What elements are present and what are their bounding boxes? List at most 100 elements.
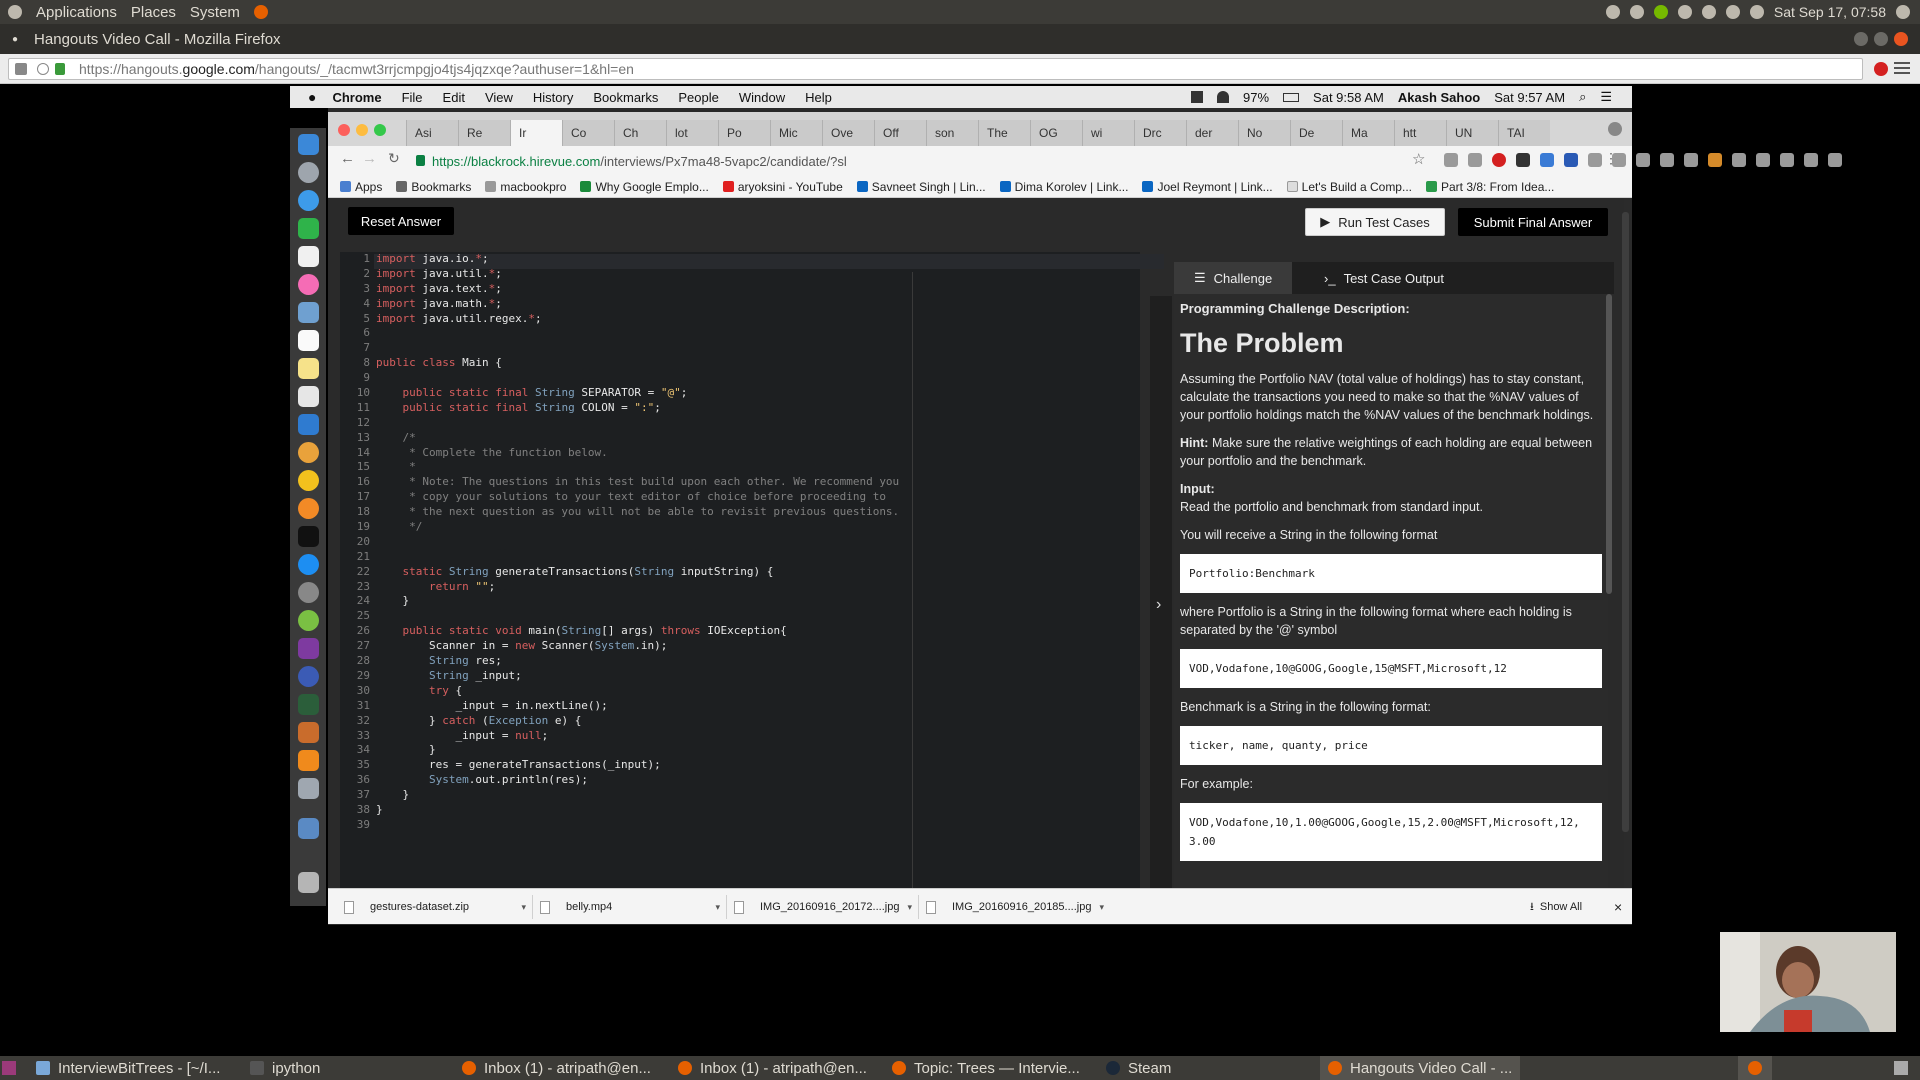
nvidia-icon[interactable] xyxy=(1653,5,1668,19)
chrome-tab[interactable]: De xyxy=(1290,120,1342,146)
taskbar-item[interactable]: Inbox (1) - atripath@en... xyxy=(678,1056,867,1080)
extension-icon[interactable] xyxy=(1588,153,1602,167)
mac-clock-2[interactable]: Sat 9:57 AM xyxy=(1494,90,1565,105)
safari-icon[interactable] xyxy=(298,190,319,211)
info-icon[interactable] xyxy=(37,63,49,75)
battery-icon[interactable] xyxy=(1749,5,1764,19)
notes-icon[interactable] xyxy=(298,358,319,379)
trash-taskbar-icon[interactable] xyxy=(1894,1056,1908,1080)
extension-icon[interactable] xyxy=(1684,153,1698,167)
notification-center-icon[interactable]: ☰ xyxy=(1600,89,1612,105)
photos-icon[interactable] xyxy=(298,442,319,463)
taskbar-item[interactable]: Steam xyxy=(1106,1056,1171,1080)
close-icon[interactable] xyxy=(1894,32,1908,46)
code-editor[interactable]: 1 2 3 4 5 6 7 8 9 10 11 12 13 14 15 16 17 18 19 20 21 22 23 24 2… xyxy=(340,252,1164,888)
extension-icon[interactable] xyxy=(1468,153,1482,167)
battery-percent[interactable]: 97% xyxy=(1243,90,1269,105)
extension-icon[interactable] xyxy=(1636,153,1650,167)
bookmark-youtube[interactable]: aryoksini - YouTube xyxy=(722,180,843,194)
android-studio-icon[interactable] xyxy=(298,610,319,631)
back-icon[interactable]: ← xyxy=(340,150,355,167)
extension-icon[interactable] xyxy=(1756,153,1770,167)
minimize-icon[interactable] xyxy=(1854,32,1868,46)
firefox-url-bar[interactable]: https://hangouts. google.com/hangouts/_/t… xyxy=(8,58,1888,80)
chrome-address-bar[interactable]: https://blackrock.hirevue.com/interviews… xyxy=(416,150,1166,172)
extension-icon[interactable] xyxy=(1660,153,1674,167)
mac-menu-edit[interactable]: Edit xyxy=(443,90,465,105)
steam-tray-icon[interactable] xyxy=(1605,5,1620,19)
show-desktop-button[interactable] xyxy=(0,1056,16,1080)
terminal-icon[interactable] xyxy=(298,526,319,547)
chrome-tab[interactable]: Off xyxy=(874,120,926,146)
tab-test-case-output[interactable]: ›_ Test Case Output xyxy=(1304,262,1464,294)
mac-menu-view[interactable]: View xyxy=(485,90,513,105)
utility-icon[interactable] xyxy=(298,778,319,799)
workspace-switcher[interactable] xyxy=(1738,1056,1772,1080)
chevron-right-icon[interactable]: › xyxy=(1156,596,1161,614)
mac-menu-window[interactable]: Window xyxy=(739,90,785,105)
chrome-tab[interactable]: Drc xyxy=(1134,120,1186,146)
downloads-folder-icon[interactable] xyxy=(298,818,319,839)
textedit-icon[interactable] xyxy=(298,386,319,407)
adblock-icon[interactable] xyxy=(1874,62,1888,76)
keyboard-icon[interactable] xyxy=(1677,5,1692,19)
xcode-icon[interactable] xyxy=(298,414,319,435)
code-content[interactable]: import java.io.*; import java.util.*; im… xyxy=(376,252,899,833)
mac-close-icon[interactable] xyxy=(338,124,350,136)
sidebar-icon[interactable] xyxy=(15,63,27,75)
chrome-tab[interactable]: son xyxy=(926,120,978,146)
bookmark-part3[interactable]: Part 3/8: From Idea... xyxy=(1425,180,1554,194)
caret-down-icon[interactable]: ▾ xyxy=(715,902,720,913)
mac-user[interactable]: Akash Sahoo xyxy=(1398,90,1480,105)
page-scrollbar[interactable] xyxy=(1622,212,1629,832)
bookmark-macbookpro[interactable]: macbookpro xyxy=(485,180,566,194)
mac-menu-chrome[interactable]: Chrome xyxy=(332,90,381,105)
chrome-tab[interactable]: Ove xyxy=(822,120,874,146)
chrome-tab[interactable]: der xyxy=(1186,120,1238,146)
panel-collapse-strip[interactable]: › xyxy=(1150,296,1172,888)
chrome-tab[interactable]: Ma xyxy=(1342,120,1394,146)
show-all-button[interactable]: ⭳ Show All xyxy=(1530,895,1600,919)
mac-menu-people[interactable]: People xyxy=(678,90,718,105)
chrome-tab[interactable]: Co xyxy=(562,120,614,146)
mac-minimize-icon[interactable] xyxy=(356,124,368,136)
appstore-icon[interactable] xyxy=(298,554,319,575)
download-item[interactable]: IMG_20160916_20172....jpg ▾ xyxy=(734,895,912,919)
download-item[interactable]: IMG_20160916_20185....jpg ▾ xyxy=(926,895,1104,919)
extension-icon[interactable] xyxy=(1780,153,1794,167)
launchpad-icon[interactable] xyxy=(298,162,319,183)
download-item[interactable]: gestures-dataset.zip ▾ xyxy=(344,895,526,919)
chrome-tab[interactable]: lot xyxy=(666,120,718,146)
extension-icon[interactable] xyxy=(1564,153,1578,167)
mac-clock[interactable]: Sat 9:58 AM xyxy=(1313,90,1384,105)
wifi-icon[interactable] xyxy=(1725,5,1740,19)
power-icon[interactable] xyxy=(1896,5,1910,19)
taskbar-item-active[interactable]: Hangouts Video Call - ... xyxy=(1320,1056,1521,1080)
spotlight-icon[interactable]: ⌕ xyxy=(1579,89,1586,105)
preview-icon[interactable] xyxy=(298,302,319,323)
bookmark-compiler[interactable]: Let's Build a Comp... xyxy=(1286,180,1412,194)
mac-menu-history[interactable]: History xyxy=(533,90,573,105)
evernote-icon[interactable] xyxy=(298,218,319,239)
chrome-tab[interactable]: Ir xyxy=(510,120,562,146)
chrome-tab[interactable]: TAI xyxy=(1498,120,1550,146)
chrome-tab[interactable]: htt xyxy=(1394,120,1446,146)
firefox-launcher-icon[interactable] xyxy=(253,5,268,19)
taskbar-item[interactable]: InterviewBitTrees - [~/I... xyxy=(36,1056,220,1080)
bookmark-google[interactable]: Why Google Emplo... xyxy=(580,180,709,194)
bluetooth-icon[interactable] xyxy=(1629,5,1644,19)
profile-icon[interactable] xyxy=(1608,122,1622,136)
firefox-menu-icon[interactable] xyxy=(1894,62,1910,77)
system-preferences-icon[interactable] xyxy=(298,582,319,603)
bookmark-linkedin-2[interactable]: Dima Korolev | Link... xyxy=(999,180,1128,194)
reminders-icon[interactable] xyxy=(298,330,319,351)
bookmark-linkedin-3[interactable]: Joel Reymont | Link... xyxy=(1142,180,1273,194)
ubuntu-logo-icon[interactable] xyxy=(8,5,22,19)
bookmark-apps[interactable]: Apps xyxy=(340,180,382,194)
reload-icon[interactable]: ↻ xyxy=(388,150,400,167)
chrome-icon[interactable] xyxy=(298,470,319,491)
opera-icon[interactable] xyxy=(1492,153,1506,167)
mac-zoom-icon[interactable] xyxy=(374,124,386,136)
menu-places[interactable]: Places xyxy=(131,4,176,21)
mac-menu-file[interactable]: File xyxy=(402,90,423,105)
